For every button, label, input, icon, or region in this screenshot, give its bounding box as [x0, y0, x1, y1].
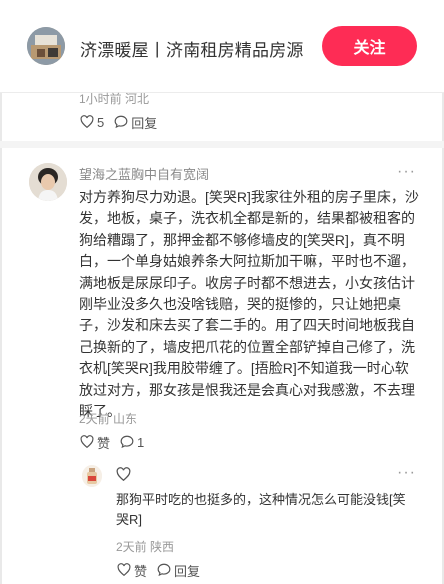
account-title[interactable]: 济漂暖屋丨济南租房精品房源 [80, 36, 304, 61]
reply-reply-label: 回复 [174, 564, 201, 579]
reply-like-label: 赞 [134, 564, 148, 579]
reply-heart-icon[interactable] [116, 467, 131, 486]
reply-meta: 2天前 陕西 [116, 540, 175, 554]
prev-like-button[interactable]: 5 [80, 114, 105, 131]
prev-like-count: 5 [97, 115, 105, 130]
reply-count: 1 [137, 435, 145, 450]
reply-like-button[interactable]: 赞 [117, 561, 147, 580]
reply-button[interactable]: 1 [120, 435, 144, 451]
more-icon[interactable]: ··· [397, 163, 416, 181]
comment-text: 对方养狗尽力劝退。[笑哭R]我家往外租的房子里床，沙发，地板，桌子，洗衣机全都是… [79, 189, 419, 420]
comment-separator [0, 141, 444, 148]
prev-comment-actions: 5 回复 [80, 113, 167, 132]
comment-actions: 赞 1 [80, 433, 154, 452]
comment-username[interactable]: 望海之蓝胸中自有宽阔 [79, 164, 209, 183]
comment-bubble-icon [120, 435, 137, 451]
header-divider [0, 92, 444, 93]
avatar[interactable] [29, 163, 67, 201]
follow-button[interactable]: 关注 [322, 26, 417, 66]
reply-reply-button[interactable]: 回复 [157, 561, 200, 580]
heart-icon [117, 562, 134, 579]
reply-text: 那狗平时吃的也挺多的，这种情况怎么可能没钱[笑哭R] [116, 492, 406, 527]
comment-bubble-icon [157, 563, 174, 579]
account-avatar[interactable] [27, 27, 65, 65]
comment-meta: 2天前 山东 [79, 412, 138, 426]
like-button[interactable]: 赞 [80, 433, 110, 452]
account-header: 济漂暖屋丨济南租房精品房源 关注 [0, 0, 444, 92]
reply-more-icon[interactable]: ··· [397, 464, 416, 482]
heart-icon [80, 114, 97, 131]
like-label: 赞 [97, 436, 111, 451]
heart-icon [80, 434, 97, 451]
reply-actions: 赞 回复 [117, 561, 210, 580]
reply-avatar[interactable] [82, 465, 102, 487]
comment-bubble-icon [114, 115, 131, 131]
prev-comment-meta: 1小时前 河北 [79, 92, 150, 106]
prev-reply-label: 回复 [131, 116, 158, 131]
prev-reply-button[interactable]: 回复 [114, 113, 157, 132]
